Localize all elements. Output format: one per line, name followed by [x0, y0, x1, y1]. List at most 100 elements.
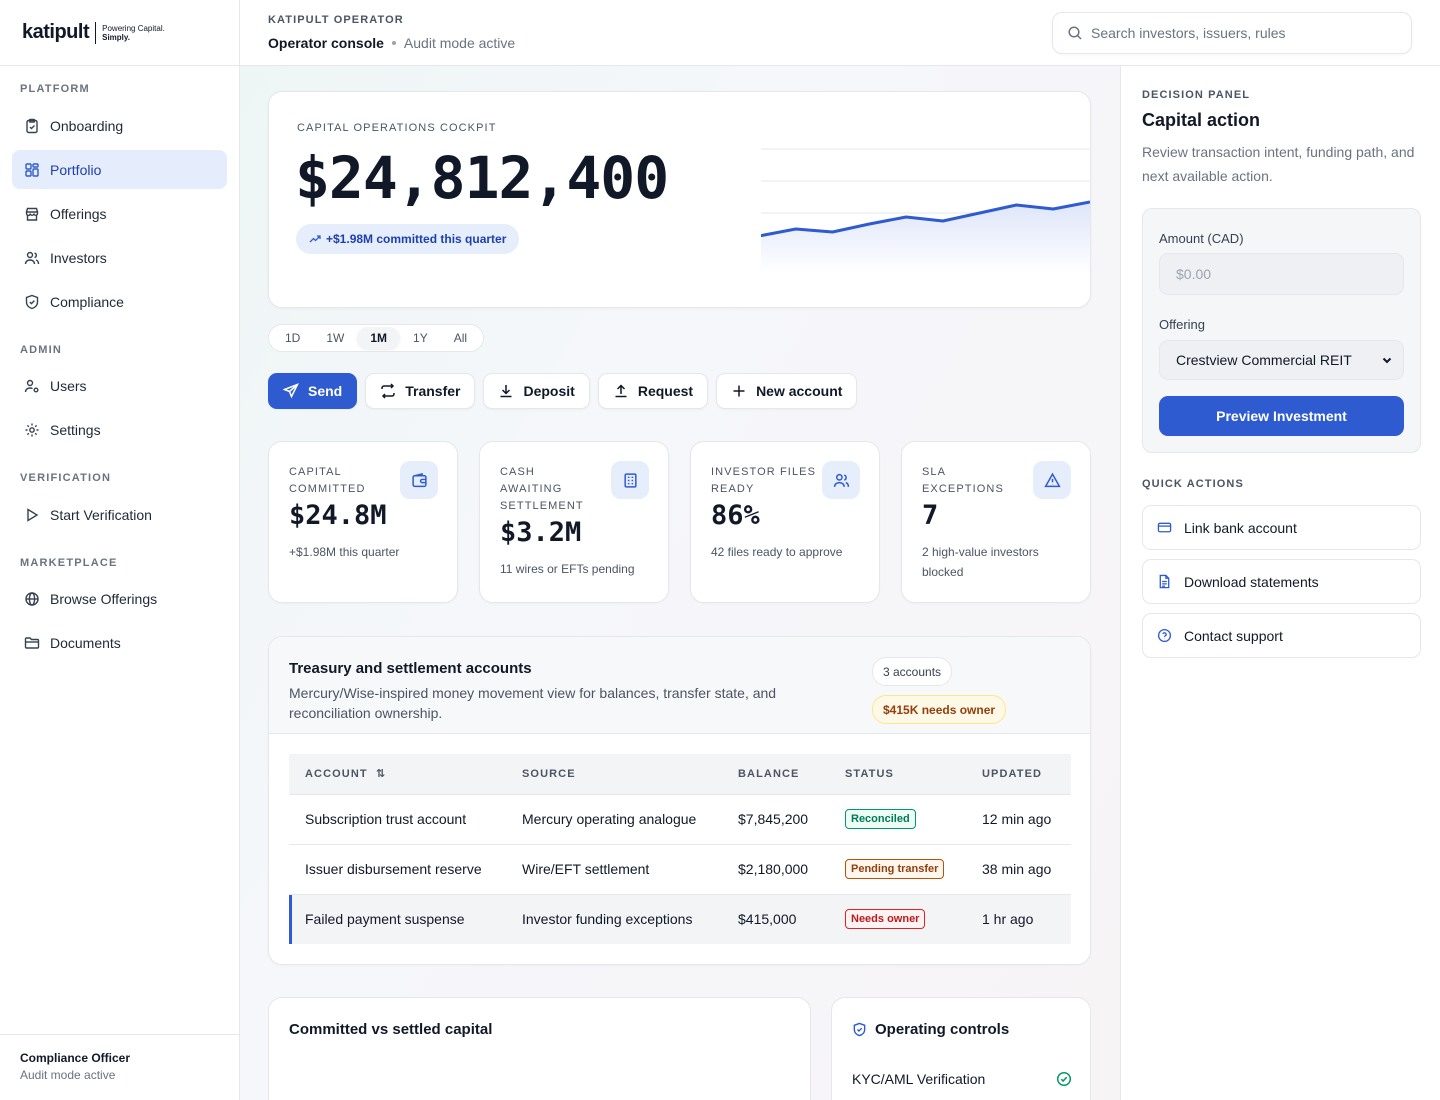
header-title-row: Operator console Audit mode active: [268, 35, 515, 51]
column-header-source: SOURCE: [506, 754, 722, 794]
range-tab-1w[interactable]: 1W: [313, 327, 357, 349]
kpi-subtext: 2 high-value investors blocked: [922, 545, 1039, 579]
new-account-button[interactable]: New account: [716, 373, 858, 409]
needs-owner-badge[interactable]: $415K needs owner: [872, 695, 1007, 724]
cell-updated: 1 hr ago: [966, 893, 1071, 944]
page-title: Operator console: [268, 35, 384, 51]
committed-vs-settled-card: Committed vs settled capital: [268, 997, 811, 1100]
sidebar: katipult Powering Capital. Simply. PLATF…: [0, 0, 240, 1100]
sidebar-item-label: Browse Offerings: [50, 590, 158, 607]
table-row[interactable]: Issuer disbursement reserve Wire/EFT set…: [289, 843, 1071, 894]
column-header-status: STATUS: [829, 754, 966, 794]
sidebar-item-portfolio[interactable]: Portfolio: [12, 150, 227, 189]
cell-updated: 12 min ago: [966, 793, 1071, 844]
logo[interactable]: katipult Powering Capital. Simply.: [0, 0, 239, 66]
download-statements-button[interactable]: Download statements: [1142, 559, 1421, 604]
offering-select[interactable]: Crestview Commercial REIT: [1159, 340, 1404, 380]
quick-action-label: Contact support: [1184, 627, 1283, 644]
deposit-label: Deposit: [523, 383, 575, 399]
cell-status: Needs owner: [829, 893, 966, 944]
sidebar-item-label: Documents: [50, 634, 121, 651]
decision-panel: DECISION PANEL Capital action Review tra…: [1120, 66, 1440, 1100]
send-button[interactable]: Send: [268, 373, 358, 409]
nav-section-admin: ADMIN: [20, 344, 63, 356]
sidebar-item-browse-offerings[interactable]: Browse Offerings: [12, 579, 227, 618]
cell-source: Investor funding exceptions: [506, 893, 722, 944]
kpi-label: CAPITAL COMMITTED: [289, 466, 366, 495]
sidebar-item-compliance[interactable]: Compliance: [12, 282, 227, 321]
globe-icon: [25, 591, 39, 606]
search-input[interactable]: [1091, 25, 1391, 41]
folder-icon: [24, 636, 40, 649]
sidebar-item-label: Compliance: [50, 293, 124, 310]
preview-investment-button[interactable]: Preview Investment: [1159, 396, 1404, 436]
panel-title: Capital action: [1142, 110, 1261, 130]
panel-description: Review transaction intent, funding path,…: [1142, 144, 1415, 184]
kpi-subtext: +$1.98M this quarter: [289, 545, 400, 559]
sidebar-item-documents[interactable]: Documents: [12, 623, 227, 662]
treasury-header: Treasury and settlement accounts Mercury…: [269, 637, 1090, 734]
kpi-value: 7: [922, 500, 939, 531]
range-tab-1y[interactable]: 1Y: [400, 327, 441, 349]
logo-divider: [95, 21, 97, 44]
kpi-icon-badge: [822, 461, 860, 499]
cell-balance: $2,180,000: [722, 843, 829, 894]
new-account-label: New account: [756, 383, 843, 399]
transfer-icon: [381, 383, 395, 399]
cell-account: Failed payment suspense: [289, 893, 506, 944]
table-row-selected[interactable]: Failed payment suspense Investor funding…: [289, 893, 1071, 944]
range-tab-1m[interactable]: 1M: [357, 327, 401, 349]
send-label: Send: [308, 383, 343, 399]
contact-support-button[interactable]: Contact support: [1142, 613, 1421, 658]
search-box[interactable]: [1052, 12, 1412, 54]
current-user[interactable]: Compliance Officer Audit mode active: [0, 1034, 239, 1100]
range-tab-all[interactable]: All: [441, 327, 480, 349]
shield-icon: [25, 294, 39, 309]
gear-icon: [25, 423, 39, 436]
column-header-account[interactable]: ACCOUNT ⇅: [289, 754, 506, 794]
amount-label: Amount (CAD): [1159, 231, 1244, 246]
tagline-line-1: Powering Capital.: [102, 23, 165, 33]
grid-icon: [25, 162, 39, 177]
sidebar-item-investors[interactable]: Investors: [12, 238, 227, 277]
treasury-card: Treasury and settlement accounts Mercury…: [268, 636, 1091, 965]
sort-icon: ⇅: [375, 768, 386, 781]
kpi-investor-files-ready: INVESTOR FILES READY 86% 42 files ready …: [690, 441, 880, 603]
offering-selected-value: Crestview Commercial REIT: [1176, 352, 1352, 368]
offering-label: Offering: [1159, 317, 1206, 332]
link-bank-account-button[interactable]: Link bank account: [1142, 505, 1421, 550]
sidebar-item-settings[interactable]: Settings: [12, 410, 227, 449]
range-tab-1d[interactable]: 1D: [272, 327, 313, 349]
nav-section-verification: VERIFICATION: [20, 472, 112, 484]
top-header: KATIPULT OPERATOR Operator console Audit…: [240, 0, 1440, 66]
trend-up-icon: [309, 235, 321, 243]
sidebar-item-label: Portfolio: [50, 161, 102, 178]
deposit-button[interactable]: Deposit: [483, 373, 590, 409]
table-row[interactable]: Subscription trust account Mercury opera…: [289, 793, 1071, 844]
control-item[interactable]: KYC/AML Verification: [852, 1071, 1072, 1087]
shield-check-icon: [853, 1022, 866, 1037]
sidebar-item-offerings[interactable]: Offerings: [12, 194, 227, 233]
sidebar-item-users[interactable]: Users: [12, 366, 227, 405]
column-label: ACCOUNT: [305, 768, 368, 781]
cell-account: Issuer disbursement reserve: [289, 843, 506, 894]
investment-form: Amount (CAD) Offering Crestview Commerci…: [1142, 208, 1421, 453]
sidebar-item-start-verification[interactable]: Start Verification: [12, 495, 227, 534]
card-title: Committed vs settled capital: [289, 1021, 493, 1038]
sidebar-item-onboarding[interactable]: Onboarding: [12, 106, 227, 145]
cell-balance: $7,845,200: [722, 793, 829, 844]
kpi-sla-exceptions: SLA EXCEPTIONS 7 2 high-value investors …: [901, 441, 1091, 603]
time-range-tabs: 1D 1W 1M 1Y All: [268, 324, 485, 352]
sidebar-item-label: Investors: [50, 249, 107, 266]
request-button[interactable]: Request: [597, 373, 709, 409]
transfer-button[interactable]: Transfer: [365, 373, 476, 409]
kpi-label: INVESTOR FILES READY: [711, 466, 817, 495]
amount-input[interactable]: [1159, 253, 1404, 295]
nav-section-marketplace: MARKETPLACE: [20, 557, 118, 569]
status-badge: Pending transfer: [845, 859, 945, 879]
header-eyebrow: KATIPULT OPERATOR: [268, 14, 404, 26]
status-badge: Reconciled: [845, 809, 916, 829]
download-icon: [500, 385, 512, 398]
cell-account: Subscription trust account: [289, 793, 506, 844]
total-capital-value: $24,812,400: [295, 144, 669, 212]
